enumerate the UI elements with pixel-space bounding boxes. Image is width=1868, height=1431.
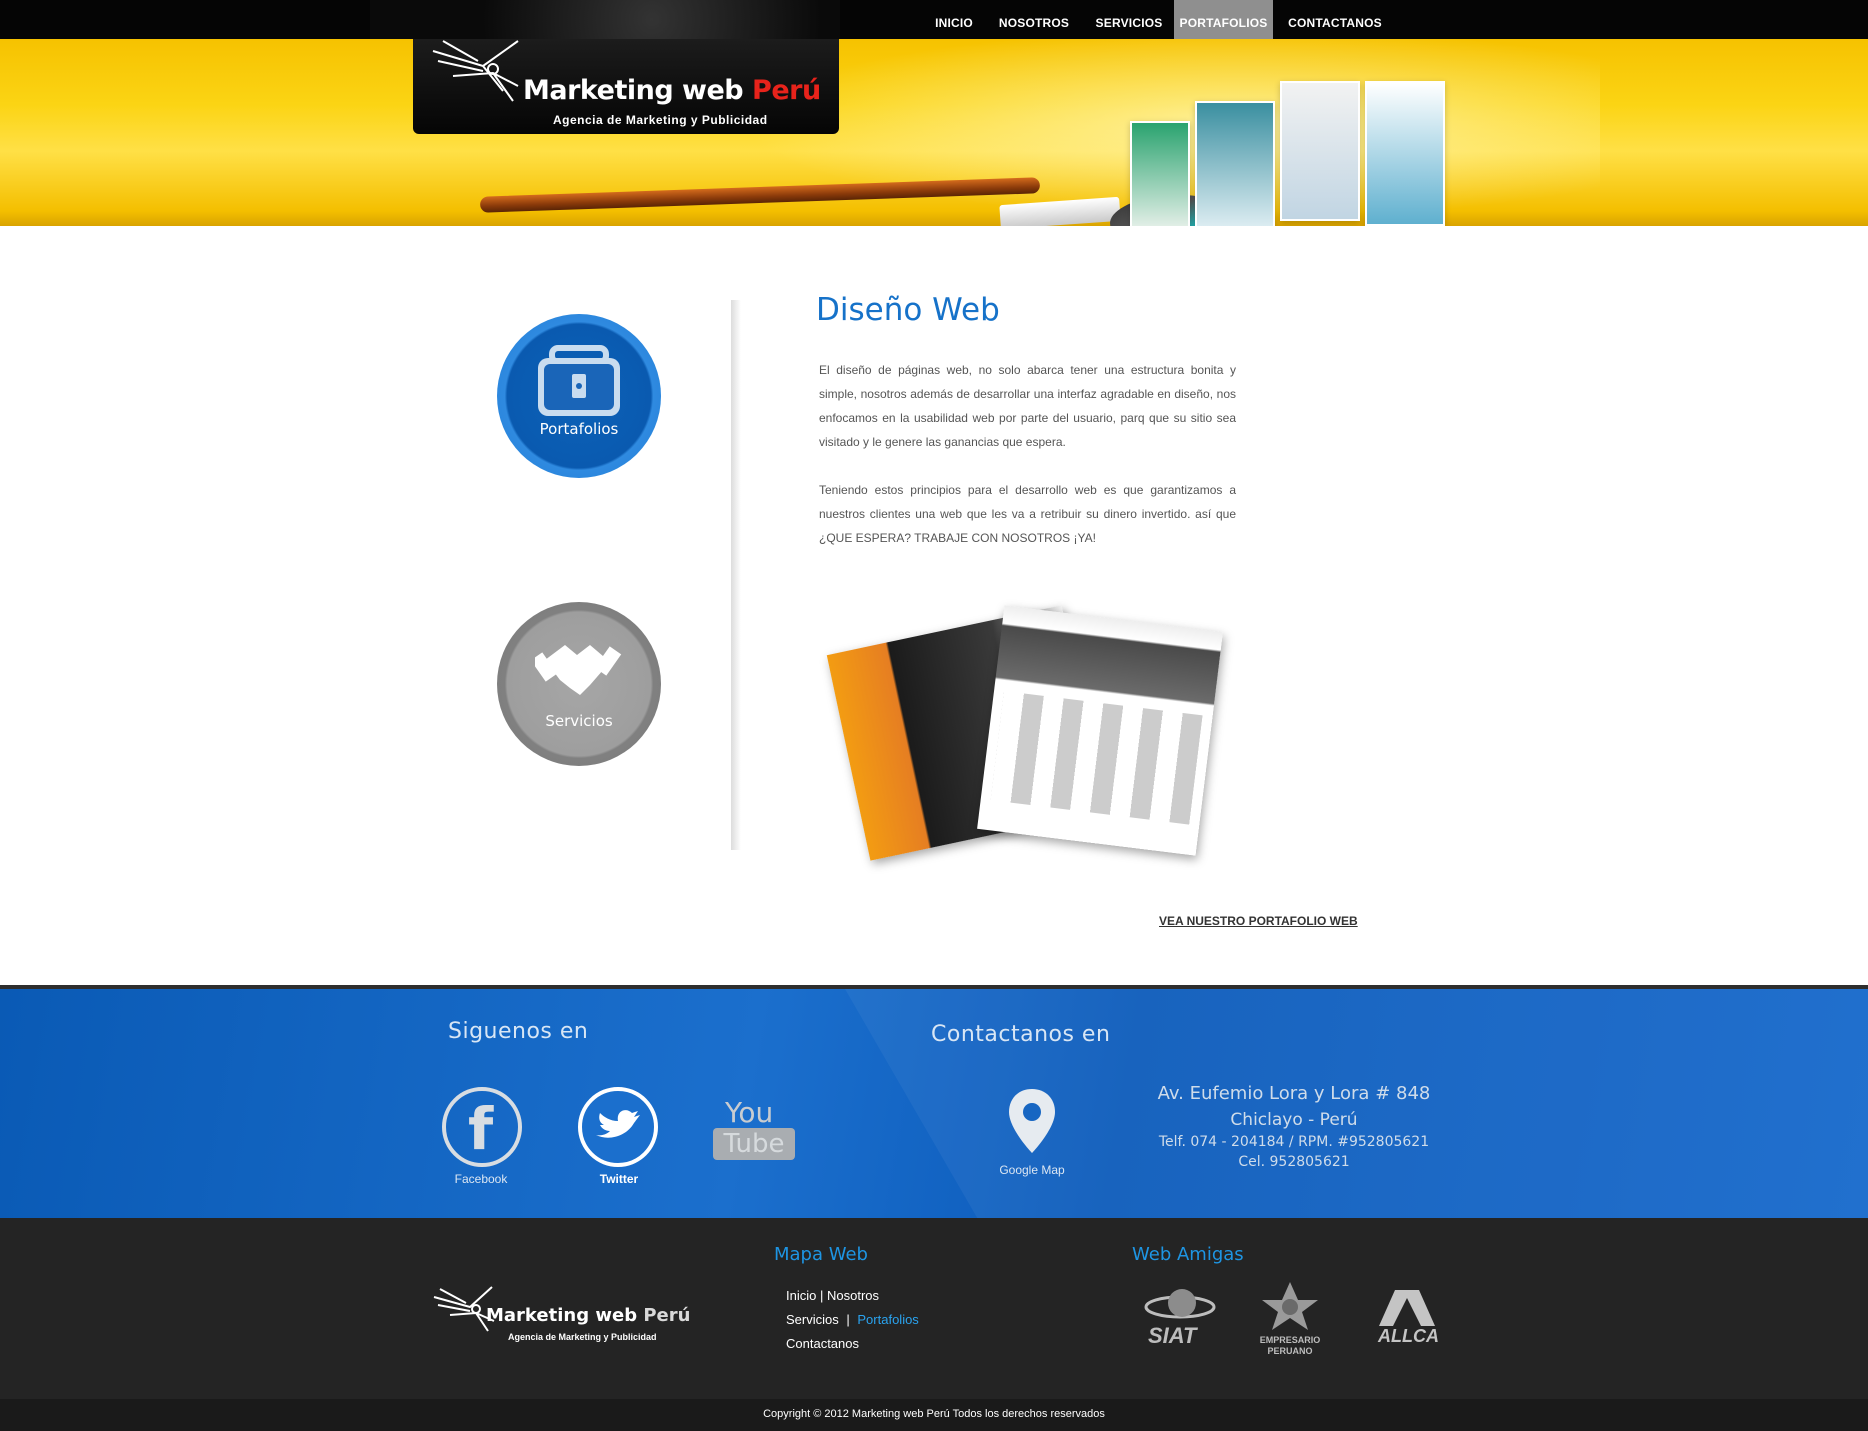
website-screens-illustration	[1120, 81, 1450, 226]
youtube-tube-text: Tube	[713, 1128, 795, 1160]
hero-banner	[0, 39, 1868, 226]
empresario-star-icon	[1262, 1282, 1318, 1330]
site-map-row-1: Inicio | Nosotros	[786, 1288, 879, 1303]
footer	[0, 1218, 1868, 1399]
nav-servicios[interactable]: SERVICIOS	[1084, 0, 1174, 39]
mockup-shoes-site	[977, 605, 1223, 856]
site-map-title: Mapa Web	[774, 1244, 868, 1265]
contact-phone: Telf. 074 - 204184 / RPM. #952805621	[1158, 1134, 1430, 1150]
portfolio-link[interactable]: VEA NUESTRO PORTAFOLIO WEB	[1159, 914, 1358, 928]
footer-logo[interactable]: Marketing web Perú Agencia de Marketing …	[430, 1265, 695, 1355]
friend-empresario-logo[interactable]: EMPRESARIO PERUANO	[1250, 1280, 1330, 1362]
screen-thumb	[1280, 81, 1360, 221]
footer-link-contactanos[interactable]: Contactanos	[786, 1336, 859, 1351]
contact-cell: Cel. 952805621	[1238, 1154, 1350, 1170]
social-title: Siguenos en	[448, 1019, 589, 1044]
map-pin-icon	[1009, 1089, 1055, 1153]
youtube-button[interactable]: You Tube	[713, 1096, 795, 1160]
facebook-button[interactable]: f	[442, 1087, 522, 1167]
content-divider	[731, 300, 741, 850]
siat-label: SIAT	[1148, 1323, 1197, 1348]
empresario-label-line1: EMPRESARIO	[1259, 1335, 1321, 1345]
footer-link-servicios[interactable]: Servicios	[786, 1312, 839, 1327]
site-map-row-3: Contactanos	[786, 1336, 859, 1351]
logo-wordmark: Marketing web Perú	[523, 75, 821, 106]
facebook-icon: f	[468, 1095, 494, 1163]
servicios-label: Servicios	[545, 712, 613, 730]
screen-thumb	[1130, 121, 1190, 226]
friend-sites-title: Web Amigas	[1132, 1244, 1244, 1265]
portfolio-mockups-image	[826, 598, 1230, 861]
logo-tagline: Agencia de Marketing y Publicidad	[553, 113, 768, 127]
site-map-row-2: Servicios | Portafolios	[786, 1312, 919, 1327]
nav-inicio[interactable]: INICIO	[924, 0, 984, 39]
twitter-button[interactable]	[578, 1087, 658, 1167]
site-logo[interactable]: Marketing web Perú Agencia de Marketing …	[413, 39, 839, 134]
siat-globe-icon	[1144, 1289, 1216, 1319]
google-map-button[interactable]	[1000, 1085, 1064, 1165]
copyright: Copyright © 2012 Marketing web Perú Todo…	[0, 1399, 1868, 1431]
footer-separator: |	[819, 1288, 824, 1303]
contact-address: Av. Eufemio Lora y Lora # 848	[1157, 1083, 1431, 1104]
briefcase-icon	[538, 345, 620, 416]
twitter-label: Twitter	[599, 1172, 639, 1186]
social-contact-band	[0, 985, 1868, 1218]
nav-nosotros[interactable]: NOSOTROS	[984, 0, 1084, 39]
footer-link-portafolios[interactable]: Portafolios	[857, 1312, 918, 1327]
main-nav: INICIO NOSOTROS SERVICIOS PORTAFOLIOS CO…	[924, 0, 1397, 39]
mockup-product-grid	[990, 691, 1203, 825]
twitter-bird-icon	[596, 1110, 640, 1138]
footer-hummingbird-icon	[433, 1286, 495, 1332]
servicios-button[interactable]: Servicios	[497, 602, 661, 766]
principles-paragraph: Teniendo estos principios para el desarr…	[819, 483, 1236, 545]
intro-paragraph: El diseño de páginas web, no solo abarca…	[819, 363, 1236, 449]
friend-allca-logo[interactable]: ALLCA	[1372, 1288, 1442, 1358]
portafolios-button[interactable]: Portafolios	[497, 314, 661, 478]
friend-siat-logo[interactable]: SIAT	[1140, 1285, 1220, 1353]
portafolios-label: Portafolios	[539, 420, 619, 438]
footer-logo-tagline: Agencia de Marketing y Publicidad	[508, 1332, 657, 1342]
youtube-you-text: You	[725, 1096, 774, 1129]
allca-label: ALLCA	[1378, 1326, 1439, 1346]
footer-logo-wordmark: Marketing web Perú	[486, 1305, 691, 1326]
nav-portafolios[interactable]: PORTAFOLIOS	[1174, 0, 1273, 39]
facebook-label: Facebook	[454, 1172, 508, 1186]
nav-contactanos[interactable]: CONTACTANOS	[1273, 0, 1397, 39]
contact-title: Contactanos en	[931, 1022, 1111, 1047]
handshake-icon	[535, 645, 622, 695]
hummingbird-logo-icon	[432, 40, 519, 102]
svg-text:f: f	[468, 1095, 494, 1163]
contact-city: Chiclayo - Perú	[1230, 1110, 1358, 1130]
footer-separator: |	[846, 1312, 850, 1327]
empresario-label-line2: PERUANO	[1267, 1346, 1313, 1356]
screen-thumb	[1195, 101, 1275, 226]
screen-thumb	[1365, 81, 1445, 226]
allca-a-icon	[1379, 1290, 1435, 1326]
footer-link-inicio[interactable]: Inicio	[786, 1288, 816, 1303]
footer-link-nosotros[interactable]: Nosotros	[827, 1288, 879, 1303]
google-map-label: Google Map	[999, 1163, 1065, 1177]
page-title: Diseño Web	[816, 292, 1000, 328]
